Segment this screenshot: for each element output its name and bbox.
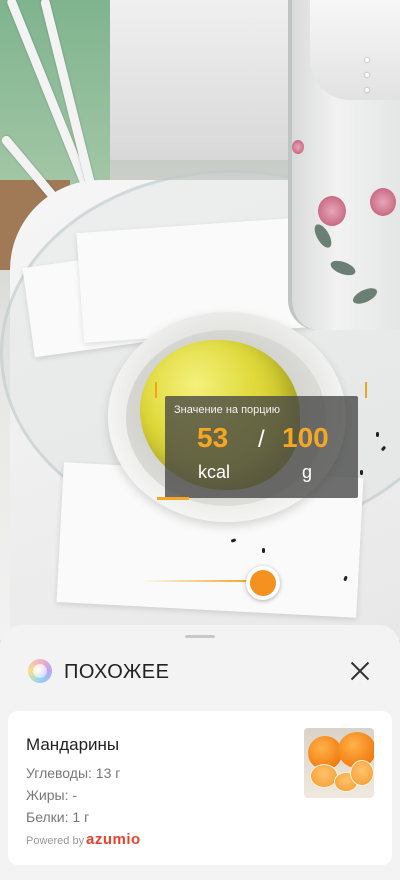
close-icon[interactable]: [348, 659, 372, 683]
carbs-label: Углеводы: 13 г: [26, 765, 121, 781]
portion-slider-track[interactable]: [140, 580, 250, 582]
portion-indicator: [157, 497, 189, 500]
azumio-logo[interactable]: azumio: [86, 831, 141, 848]
tea-speck: [262, 548, 265, 553]
powered-by-label: Powered by: [26, 835, 85, 847]
camera-preview: [0, 0, 400, 640]
similar-results-sheet: ПОХОЖЕЕ Мандарины Углеводы: 13 г Жиры: -…: [0, 625, 400, 880]
calories-unit: kcal: [198, 462, 231, 482]
more-options-button[interactable]: [358, 58, 376, 92]
jar-flower: [370, 188, 396, 216]
jar-lid: [310, 0, 400, 100]
capture-button[interactable]: [246, 566, 280, 600]
tea-speck: [360, 470, 363, 475]
jar-flower: [318, 196, 346, 226]
calories-value: 53: [197, 422, 229, 453]
portion-title: Значение на порцию: [174, 404, 280, 416]
food-result-card[interactable]: Мандарины Углеводы: 13 г Жиры: - Белки: …: [8, 711, 392, 865]
fat-label: Жиры: -: [26, 787, 78, 803]
value-separator: /: [258, 426, 265, 453]
weight-value: 100: [282, 422, 329, 453]
jar-flower: [292, 140, 304, 154]
weight-unit: g: [302, 462, 313, 482]
food-thumbnail: [304, 728, 374, 798]
food-name: Мандарины: [26, 735, 120, 754]
protein-label: Белки: 1 г: [26, 809, 90, 825]
sheet-drag-handle[interactable]: [185, 635, 215, 638]
portion-info-card[interactable]: Значение на порцию 53 / 100 kcal g: [165, 396, 358, 498]
more-vertical-icon: [365, 58, 369, 62]
tea-speck: [376, 432, 379, 437]
bixby-icon: [28, 659, 52, 683]
background-cabinet: [110, 0, 290, 160]
sheet-title: ПОХОЖЕЕ: [64, 661, 170, 683]
